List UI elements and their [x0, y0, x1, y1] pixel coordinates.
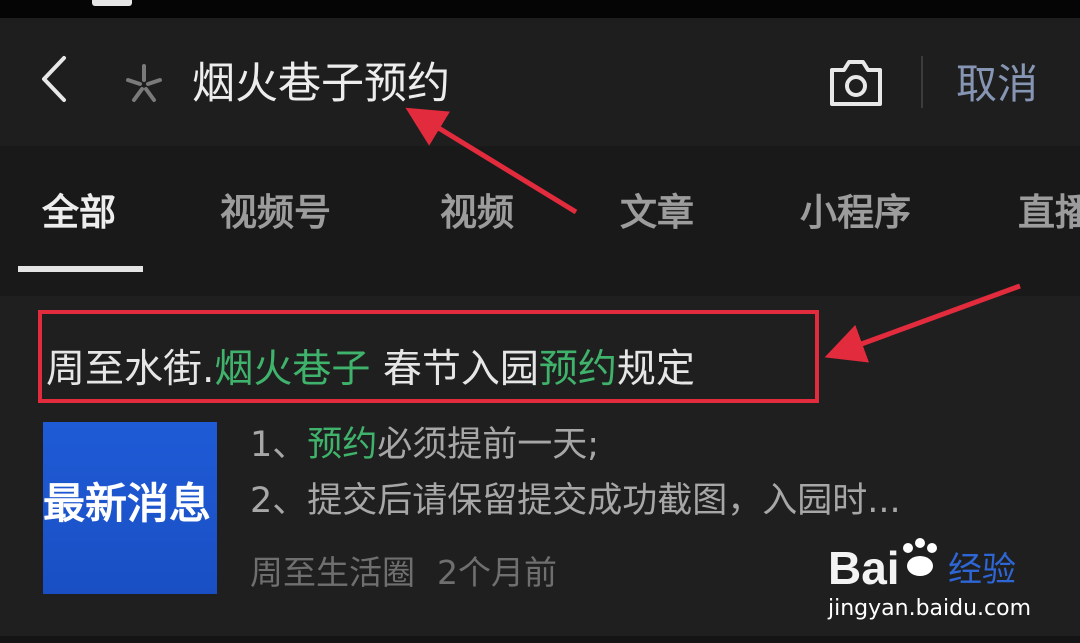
watermark-label: 经验 [948, 550, 1016, 590]
back-button[interactable] [30, 48, 80, 110]
thumbnail-caption: 最新消息 [43, 479, 212, 528]
camera-icon [830, 60, 882, 106]
header-divider [921, 56, 923, 108]
annotation-box [38, 310, 819, 403]
snippet-text: 1、 [250, 425, 308, 465]
result-source[interactable]: 周至生活圈 [250, 553, 415, 592]
watermark-logo: Bai [828, 542, 900, 594]
tab-live[interactable]: 直播 [1018, 188, 1080, 238]
status-bar [0, 0, 1080, 18]
bottom-divider [0, 636, 1080, 643]
tab-mini-programs[interactable]: 小程序 [800, 188, 911, 238]
result-meta: 周至生活圈 2个月前 [250, 551, 557, 595]
active-tab-indicator [18, 266, 143, 272]
tab-channels[interactable]: 视频号 [220, 188, 331, 238]
tab-articles[interactable]: 文章 [620, 188, 694, 238]
tab-videos[interactable]: 视频 [440, 188, 514, 238]
spark-icon [122, 62, 166, 106]
snippet-keyword: 预约 [307, 425, 378, 465]
result-thumbnail[interactable]: 最新消息 [43, 422, 217, 594]
paw-icon [903, 538, 937, 576]
result-time: 2个月前 [437, 553, 557, 592]
chevron-left-icon [42, 56, 66, 102]
search-input[interactable]: 烟火巷子预约 [192, 54, 450, 114]
status-indicator [92, 0, 132, 6]
watermark-url: jingyan.baidu.com [828, 596, 1032, 621]
search-header: 烟火巷子预约 取消 [0, 18, 1080, 146]
screenshot-frame: 烟火巷子预约 取消 全部 视频号 视频 文章 小程序 直播 周至水街.烟火巷子 … [0, 0, 1080, 643]
tab-all[interactable]: 全部 [42, 188, 116, 238]
camera-button[interactable] [826, 56, 886, 110]
filter-tabs: 全部 视频号 视频 文章 小程序 直播 [0, 146, 1080, 296]
result-snippet-line-2: 2、提交后请保留提交成功截图，入园时... [250, 481, 901, 521]
cancel-button[interactable]: 取消 [956, 54, 1038, 114]
snippet-text: 必须提前一天; [377, 425, 600, 465]
result-snippet-line-1: 1、预约必须提前一天; [250, 420, 599, 470]
baidu-watermark: Bai 经验 jingyan.baidu.com [822, 534, 1062, 626]
